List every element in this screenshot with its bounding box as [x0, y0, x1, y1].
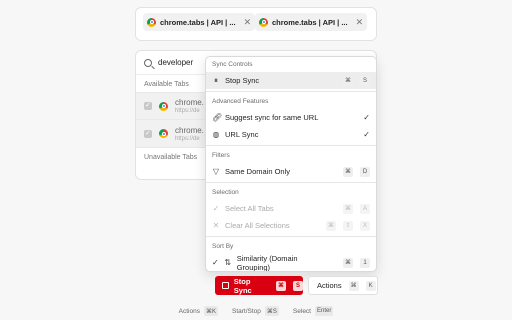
tab-checkbox[interactable] — [144, 101, 152, 110]
shortcut-key: ⌘ — [276, 280, 286, 291]
hint-key: ⌘S — [264, 306, 279, 316]
chrome-icon — [147, 17, 156, 27]
tab-checkbox[interactable] — [144, 129, 152, 138]
search-icon — [144, 58, 152, 67]
shortcut-key: ⌘ — [343, 75, 353, 86]
shortcut-key: A — [360, 203, 370, 214]
selected-tabs-area: chrome.tabs | API | ... ✕ chrome.tabs | … — [135, 7, 377, 41]
chrome-icon — [159, 129, 168, 138]
shortcut-key: X — [360, 220, 370, 231]
filter-icon: ▽ — [212, 167, 220, 176]
pause-icon: ⏸ — [214, 75, 218, 85]
tab-title: chrome. — [175, 125, 204, 135]
stop-sync-button[interactable]: Stop Sync ⌘ S — [215, 276, 303, 295]
check-icon: ✓ — [212, 258, 219, 267]
keyboard-hints-footer: Actions ⌘K Start/Stop ⌘S Select Enter — [0, 305, 512, 317]
sort-icon: ⇅ — [224, 258, 232, 267]
selected-tab-chip[interactable]: chrome.tabs | API | ... ✕ — [143, 13, 256, 31]
tab-url: https://de — [175, 108, 200, 114]
menu-item-sort-similarity[interactable]: ✓ ⇅ Similarity (Domain Grouping) ⌘ 1 — [206, 254, 376, 271]
hint-label: Start/Stop — [232, 307, 261, 315]
check-icon: ✓ — [363, 113, 370, 122]
menu-item-clear-all[interactable]: ✕ Clear All Selections ⌘ ⇧ X — [206, 217, 376, 234]
shortcut-key: ⌘ — [343, 257, 353, 268]
menu-group-label: Sort By — [212, 243, 234, 250]
hint-key: ⌘K — [203, 306, 218, 316]
menu-item-url-sync[interactable]: ◍ URL Sync ✓ — [206, 126, 376, 143]
selected-tab-label: chrome.tabs | API | ... — [272, 17, 348, 27]
menu-item-label: Suggest sync for same URL — [225, 113, 319, 122]
check-icon: ✓ — [363, 130, 370, 139]
close-icon: ✕ — [212, 221, 220, 230]
shortcut-key: S — [360, 75, 370, 86]
shortcut-key: ⇧ — [343, 220, 353, 231]
shortcut-key: ⌘ — [343, 203, 353, 214]
tab-url: https://de — [175, 135, 200, 142]
actions-label: Actions — [317, 281, 342, 290]
search-value: developer — [158, 58, 194, 67]
stop-sync-label: Stop Sync — [233, 276, 252, 295]
shortcut-key: ⌘ — [348, 280, 359, 291]
tab-title: chrome. — [175, 98, 204, 107]
hint-key: Enter — [315, 306, 334, 316]
actions-button[interactable]: Actions ⌘ K — [308, 276, 378, 295]
shortcut-key: ⌘ — [326, 220, 336, 231]
menu-item-same-domain[interactable]: ▽ Same Domain Only ⌘ D — [206, 163, 376, 180]
link-icon: 🔗︎ — [212, 113, 223, 122]
menu-item-label: Similarity (Domain Grouping) — [236, 253, 298, 272]
stop-icon — [222, 282, 229, 289]
menu-item-label: Clear All Selections — [225, 221, 290, 230]
shortcut-key: K — [365, 280, 376, 291]
shortcut-key: ⌘ — [343, 166, 353, 177]
close-icon[interactable]: ✕ — [356, 17, 364, 28]
menu-group-label: Advanced Features — [212, 98, 269, 105]
shortcut-key: S — [293, 280, 303, 291]
menu-item-stop-sync[interactable]: ⏸ Stop Sync ⌘ S — [206, 72, 376, 89]
check-icon: ✓ — [212, 204, 220, 213]
menu-item-label: URL Sync — [225, 130, 259, 139]
menu-item-select-all[interactable]: ✓ Select All Tabs ⌘ A — [206, 200, 376, 217]
shortcut-key: 1 — [360, 257, 370, 268]
chrome-icon — [159, 101, 168, 111]
close-icon[interactable]: ✕ — [244, 17, 252, 28]
menu-item-label: Select All Tabs — [225, 204, 274, 213]
hint-label: Select — [292, 307, 311, 315]
selected-tab-chip[interactable]: chrome.tabs | API | ... ✕ — [255, 13, 368, 31]
menu-item-suggest-sync[interactable]: 🔗︎ Suggest sync for same URL ✓ — [206, 109, 376, 126]
globe-icon: ◍ — [212, 130, 220, 139]
menu-group-label: Sync Controls — [212, 61, 253, 68]
menu-group-label: Filters — [212, 152, 230, 159]
chrome-icon — [259, 17, 268, 27]
menu-item-label: Stop Sync — [225, 76, 260, 85]
hint-label: Actions — [178, 307, 200, 315]
selected-tab-label: chrome.tabs | API | ... — [160, 17, 236, 27]
menu-item-label: Same Domain Only — [225, 167, 291, 176]
sync-actions-menu: Sync Controls ⏸ Stop Sync ⌘ S Advanced F… — [205, 56, 377, 272]
menu-group-label: Selection — [212, 189, 239, 196]
shortcut-key: D — [360, 166, 370, 177]
